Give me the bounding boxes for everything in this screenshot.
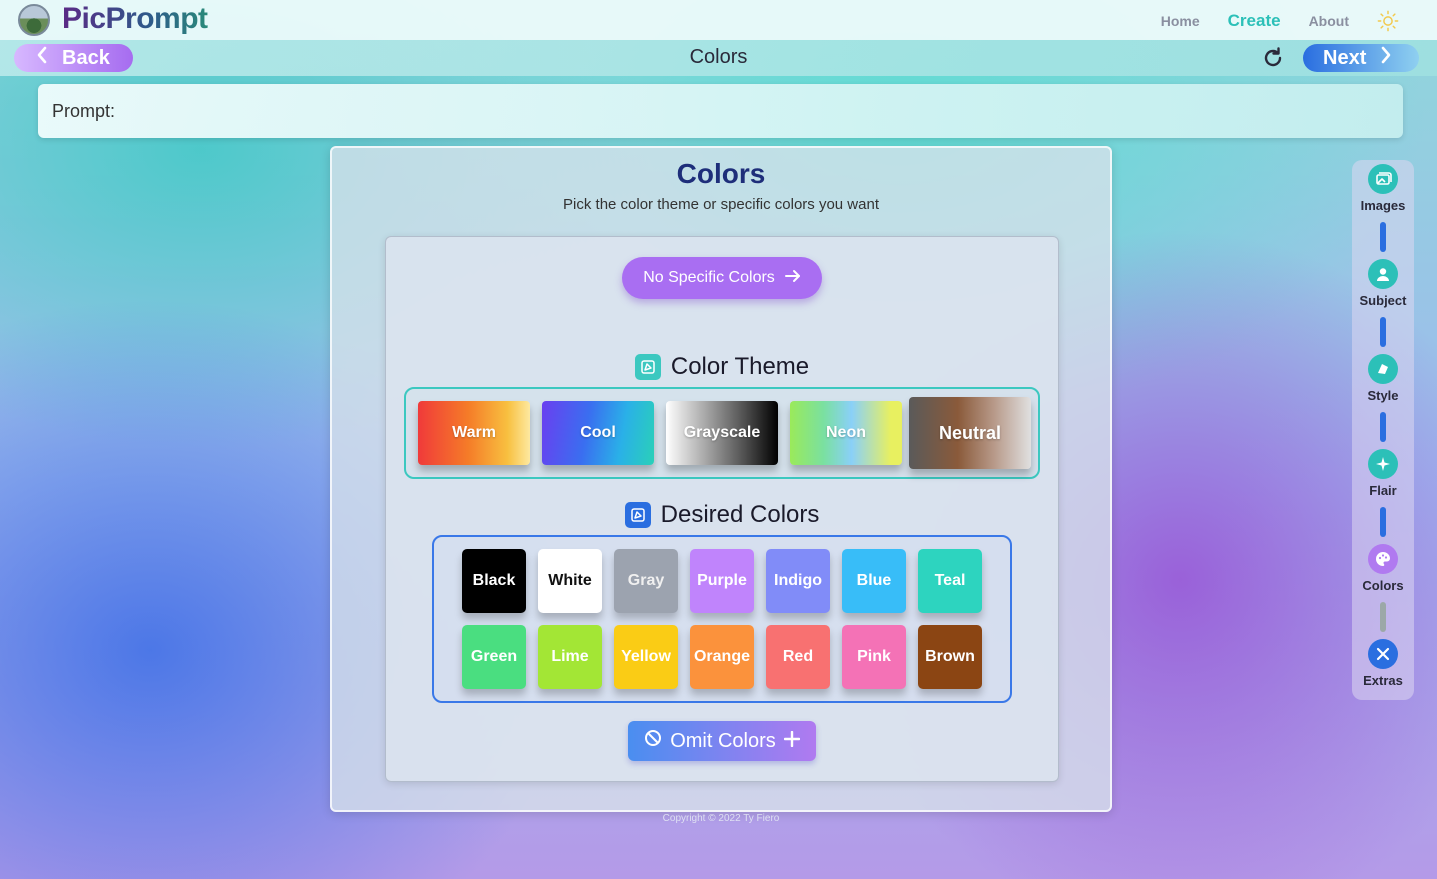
sparkle-icon: [1368, 449, 1398, 479]
nav-create[interactable]: Create: [1228, 11, 1281, 31]
color-brown[interactable]: Brown: [918, 625, 982, 689]
style-icon: [1368, 354, 1398, 384]
color-teal-label: Teal: [934, 572, 966, 589]
color-lime-label: Lime: [551, 648, 589, 665]
step-connector: [1380, 317, 1386, 347]
omit-colors-button[interactable]: Omit Colors: [628, 721, 816, 761]
color-pink[interactable]: Pink: [842, 625, 906, 689]
desired-colors-title: Desired Colors: [660, 501, 820, 528]
ban-icon: [644, 729, 662, 753]
color-yellow[interactable]: Yellow: [614, 625, 678, 689]
color-orange-label: Orange: [693, 648, 750, 665]
color-blue[interactable]: Blue: [842, 549, 906, 613]
color-lime[interactable]: Lime: [538, 625, 602, 689]
color-indigo-label: Indigo: [774, 572, 822, 589]
step-connector: [1380, 222, 1386, 252]
step-colors[interactable]: Colors: [1352, 544, 1414, 593]
color-red-label: Red: [782, 648, 814, 665]
step-flair[interactable]: Flair: [1352, 449, 1414, 498]
panel-title: Colors: [676, 158, 766, 189]
color-purple[interactable]: Purple: [690, 549, 754, 613]
color-pink-label: Pink: [857, 648, 891, 665]
step-flair-label: Flair: [1369, 483, 1397, 498]
prompt-label: Prompt:: [52, 100, 116, 121]
refresh-icon[interactable]: [1261, 46, 1285, 70]
step-subject-label: Subject: [1359, 293, 1407, 308]
desired-colors-heading: Desired Colors: [386, 501, 1058, 529]
user-icon: [1368, 259, 1398, 289]
nav-home[interactable]: Home: [1161, 13, 1200, 29]
images-icon: [1368, 164, 1398, 194]
color-gray-label: Gray: [627, 572, 665, 589]
color-green[interactable]: Green: [462, 625, 526, 689]
color-brown-label: Brown: [925, 648, 975, 665]
color-gray[interactable]: Gray: [614, 549, 678, 613]
color-theme-icon: [634, 354, 661, 380]
step-images-label: Images: [1360, 198, 1406, 213]
color-white[interactable]: White: [538, 549, 602, 613]
step-extras-label: Extras: [1363, 673, 1403, 688]
panel-subtitle: Pick the color theme or specific colors …: [563, 196, 879, 213]
step-connector: [1380, 412, 1386, 442]
step-style-label: Style: [1367, 388, 1399, 403]
prompt-bar[interactable]: Prompt:: [38, 84, 1403, 138]
step-colors-label: Colors: [1362, 578, 1404, 593]
step-progress-sidebar: Images Subject Style Flair Colors Extras: [1352, 160, 1414, 700]
color-theme-heading: Color Theme: [386, 353, 1058, 381]
theme-cool-label: Cool: [580, 424, 616, 441]
step-images[interactable]: Images: [1352, 164, 1414, 213]
color-theme-title: Color Theme: [670, 353, 810, 380]
color-indigo[interactable]: Indigo: [766, 549, 830, 613]
color-orange[interactable]: Orange: [690, 625, 754, 689]
toolbar-title: Colors: [689, 46, 748, 68]
copyright-text: Copyright © 2022 Ty Fiero: [662, 813, 780, 824]
no-specific-colors-button[interactable]: No Specific Colors: [622, 257, 822, 299]
plus-icon: [783, 730, 800, 753]
nav-about[interactable]: About: [1309, 13, 1349, 29]
color-black[interactable]: Black: [462, 549, 526, 613]
sun-icon[interactable]: [1377, 10, 1399, 32]
step-style[interactable]: Style: [1352, 354, 1414, 403]
step-connector: [1380, 602, 1386, 632]
theme-warm-label: Warm: [452, 424, 496, 441]
theme-warm[interactable]: Warm: [418, 401, 530, 465]
theme-neon-label: Neon: [826, 424, 866, 441]
color-black-label: Black: [472, 572, 516, 589]
theme-grayscale-label: Grayscale: [683, 424, 761, 441]
omit-colors-label: Omit Colors: [670, 729, 776, 752]
colors-panel: Colors Pick the color theme or specific …: [330, 146, 1112, 812]
no-specific-label: No Specific Colors: [643, 269, 775, 286]
color-blue-label: Blue: [856, 572, 892, 589]
theme-neutral-label: Neutral: [938, 422, 1001, 443]
color-yellow-label: Yellow: [621, 648, 671, 665]
chevron-right-icon: [1380, 46, 1392, 70]
arrow-right-icon: [784, 269, 801, 288]
theme-grayscale[interactable]: Grayscale: [666, 401, 778, 465]
app-logo-text[interactable]: PicPrompt: [62, 2, 208, 36]
color-green-label: Green: [470, 648, 518, 665]
next-label: Next: [1323, 46, 1367, 69]
color-teal[interactable]: Teal: [918, 549, 982, 613]
theme-neutral[interactable]: Neutral: [909, 397, 1031, 469]
top-nav: Home Create About: [1161, 10, 1399, 32]
color-theme-group: Warm Cool Grayscale Neon Neutral: [404, 387, 1040, 479]
colors-card: No Specific Colors Color Theme Warm Cool…: [385, 236, 1059, 782]
desired-colors-icon: [624, 502, 651, 528]
step-extras[interactable]: Extras: [1352, 639, 1414, 688]
top-header: PicPrompt Home Create About: [0, 0, 1437, 40]
color-white-label: White: [548, 572, 592, 589]
desired-colors-group: Black White Gray Purple Indigo Blue Teal…: [432, 535, 1012, 703]
step-connector: [1380, 507, 1386, 537]
color-red[interactable]: Red: [766, 625, 830, 689]
step-subject[interactable]: Subject: [1352, 259, 1414, 308]
color-purple-label: Purple: [697, 572, 747, 589]
palette-icon: [1368, 544, 1398, 574]
logo-icon[interactable]: [18, 4, 50, 36]
theme-neon[interactable]: Neon: [790, 401, 902, 465]
tools-icon: [1368, 639, 1398, 669]
theme-cool[interactable]: Cool: [542, 401, 654, 465]
next-button[interactable]: Next: [1303, 44, 1419, 72]
